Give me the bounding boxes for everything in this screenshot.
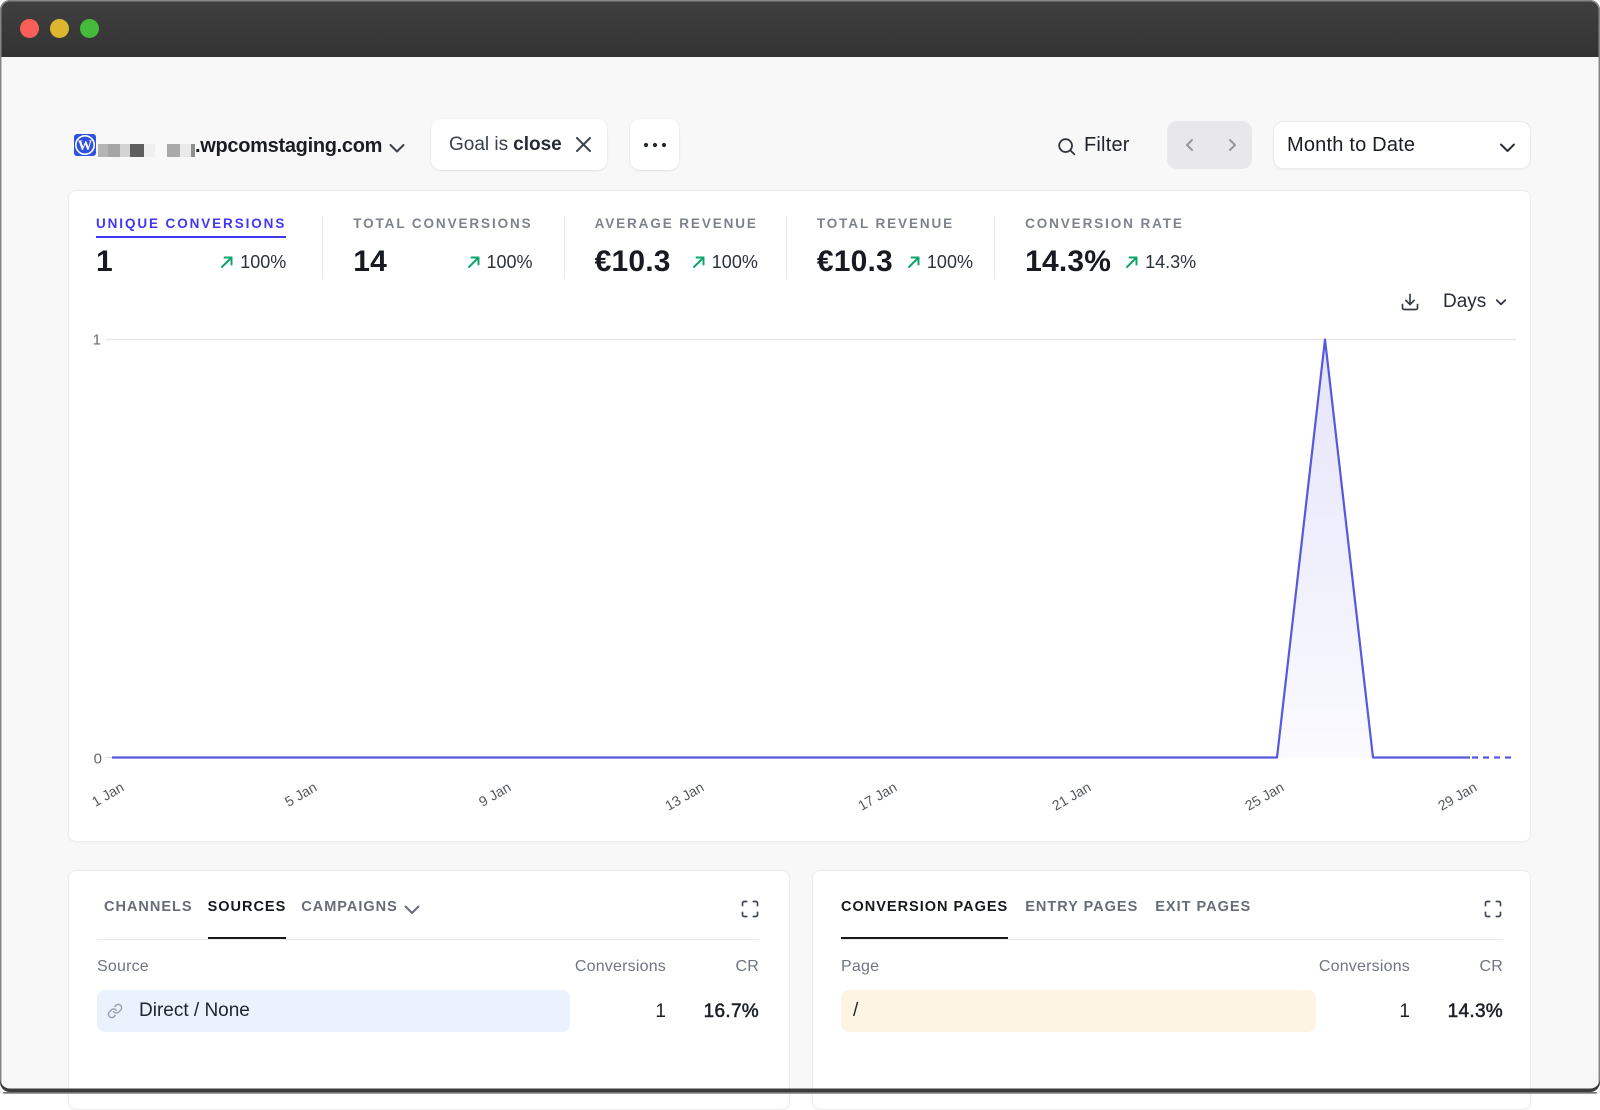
svg-text:1 Jan: 1 Jan (89, 779, 127, 810)
svg-text:9 Jan: 9 Jan (476, 779, 514, 810)
svg-text:1: 1 (93, 332, 101, 349)
svg-text:21 Jan: 21 Jan (1049, 779, 1093, 814)
svg-text:25 Jan: 25 Jan (1242, 779, 1286, 814)
svg-text:29 Jan: 29 Jan (1435, 779, 1479, 814)
svg-text:13 Jan: 13 Jan (662, 779, 706, 814)
svg-text:17 Jan: 17 Jan (855, 779, 899, 814)
svg-text:5 Jan: 5 Jan (282, 779, 320, 810)
svg-text:0: 0 (94, 751, 102, 768)
svg-text:W: W (78, 138, 93, 154)
